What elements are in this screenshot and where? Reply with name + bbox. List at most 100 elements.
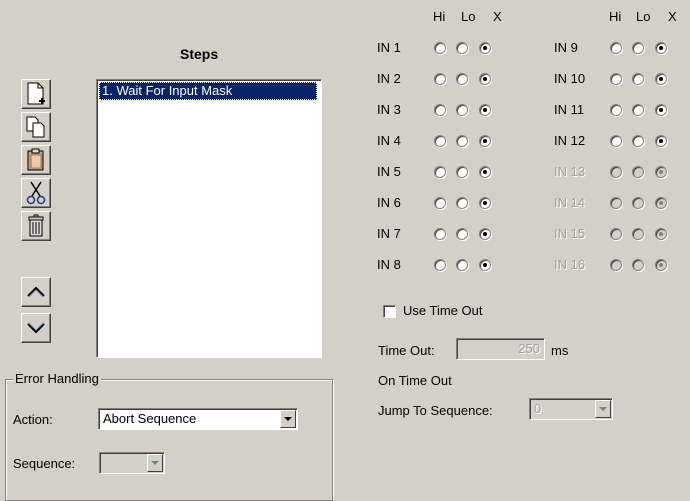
input-radio-hi[interactable]: [434, 259, 446, 271]
input-radio-x[interactable]: [479, 135, 491, 147]
action-dropdown-button[interactable]: [280, 410, 296, 428]
input-radio-lo[interactable]: [632, 135, 644, 147]
input-radio-x[interactable]: [655, 104, 667, 116]
error-handling-group: [5, 379, 333, 501]
jump-dropdown-button[interactable]: [595, 400, 611, 418]
timeout-input[interactable]: 250: [456, 338, 545, 360]
input-label: IN 14: [554, 195, 586, 210]
use-timeout-label: Use Time Out: [403, 303, 483, 318]
input-radio-hi[interactable]: [434, 228, 446, 240]
jump-to-sequence-select[interactable]: 0: [529, 398, 613, 420]
cut-button[interactable]: [21, 178, 51, 208]
input-radio-hi[interactable]: [434, 135, 446, 147]
paste-button[interactable]: [21, 145, 51, 175]
input-radio-x[interactable]: [479, 104, 491, 116]
input-radio-hi[interactable]: [610, 73, 622, 85]
input-radio-x[interactable]: [655, 259, 667, 271]
new-step-button[interactable]: [21, 79, 51, 109]
input-radio-x[interactable]: [479, 73, 491, 85]
input-label: IN 3: [377, 102, 401, 117]
input-radio-hi[interactable]: [610, 104, 622, 116]
input-radio-lo[interactable]: [456, 104, 468, 116]
input-radio-lo[interactable]: [456, 259, 468, 271]
input-label: IN 1: [377, 40, 401, 55]
input-radio-lo[interactable]: [632, 259, 644, 271]
on-timeout-label: On Time Out: [378, 373, 452, 388]
move-down-button[interactable]: [21, 313, 51, 343]
sequence-select[interactable]: [99, 452, 165, 474]
input-radio-hi[interactable]: [610, 135, 622, 147]
x-header-right: X: [668, 9, 677, 24]
input-radio-lo[interactable]: [456, 73, 468, 85]
input-radio-x[interactable]: [655, 42, 667, 54]
input-label: IN 5: [377, 164, 401, 179]
input-radio-x[interactable]: [479, 166, 491, 178]
input-radio-x[interactable]: [479, 197, 491, 209]
input-radio-hi[interactable]: [434, 197, 446, 209]
use-timeout-checkbox[interactable]: [383, 305, 396, 318]
input-label: IN 4: [377, 133, 401, 148]
hi-header-right: Hi: [609, 9, 622, 24]
new-step-icon: [27, 82, 45, 105]
input-radio-hi[interactable]: [610, 166, 622, 178]
input-radio-x[interactable]: [655, 166, 667, 178]
input-radio-x[interactable]: [479, 259, 491, 271]
input-radio-lo[interactable]: [632, 166, 644, 178]
input-radio-hi[interactable]: [610, 228, 622, 240]
copy-button[interactable]: [21, 112, 51, 142]
action-select[interactable]: Abort Sequence: [98, 408, 298, 430]
chevron-down-icon: [151, 460, 159, 465]
input-radio-x[interactable]: [655, 135, 667, 147]
steps-title: Steps: [180, 46, 219, 62]
input-label: IN 16: [554, 257, 586, 272]
input-radio-lo[interactable]: [456, 135, 468, 147]
input-radio-hi[interactable]: [434, 166, 446, 178]
input-radio-hi[interactable]: [610, 42, 622, 54]
copy-icon: [26, 116, 45, 138]
timeout-label: Time Out:: [378, 343, 435, 358]
input-radio-hi[interactable]: [434, 104, 446, 116]
sequence-dropdown-button[interactable]: [147, 454, 163, 472]
chevron-down-icon: [284, 416, 292, 421]
move-down-icon: [27, 322, 45, 334]
input-label: IN 13: [554, 164, 586, 179]
input-radio-x[interactable]: [655, 197, 667, 209]
jump-to-sequence-label: Jump To Sequence:: [378, 403, 493, 418]
input-label: IN 7: [377, 226, 401, 241]
input-radio-x[interactable]: [655, 228, 667, 240]
input-radio-x[interactable]: [655, 73, 667, 85]
input-radio-x[interactable]: [479, 42, 491, 54]
steps-list[interactable]: 1. Wait For Input Mask: [96, 79, 322, 358]
input-radio-lo[interactable]: [632, 197, 644, 209]
hi-header-left: Hi: [433, 9, 446, 24]
input-radio-x[interactable]: [479, 228, 491, 240]
paste-icon: [27, 148, 44, 171]
delete-button[interactable]: [21, 211, 51, 241]
input-radio-lo[interactable]: [456, 42, 468, 54]
lo-header-left: Lo: [461, 9, 476, 24]
x-header-left: X: [493, 9, 502, 24]
input-label: IN 11: [554, 102, 585, 117]
input-radio-lo[interactable]: [632, 228, 644, 240]
input-radio-hi[interactable]: [434, 73, 446, 85]
chevron-down-icon: [599, 406, 607, 411]
input-radio-lo[interactable]: [632, 104, 644, 116]
input-radio-hi[interactable]: [610, 259, 622, 271]
input-label: IN 12: [554, 133, 586, 148]
input-radio-lo[interactable]: [456, 166, 468, 178]
input-radio-hi[interactable]: [610, 197, 622, 209]
move-up-icon: [27, 286, 45, 298]
cut-icon: [26, 181, 46, 205]
action-value: Abort Sequence: [103, 411, 197, 426]
input-radio-lo[interactable]: [632, 42, 644, 54]
input-label: IN 9: [554, 40, 578, 55]
input-radio-hi[interactable]: [434, 42, 446, 54]
sequence-label: Sequence:: [13, 456, 76, 471]
move-up-button[interactable]: [21, 277, 51, 307]
input-radio-lo[interactable]: [456, 197, 468, 209]
list-item[interactable]: 1. Wait For Input Mask: [99, 82, 317, 100]
input-label: IN 15: [554, 226, 586, 241]
lo-header-right: Lo: [636, 9, 651, 24]
input-radio-lo[interactable]: [456, 228, 468, 240]
input-radio-lo[interactable]: [632, 73, 644, 85]
